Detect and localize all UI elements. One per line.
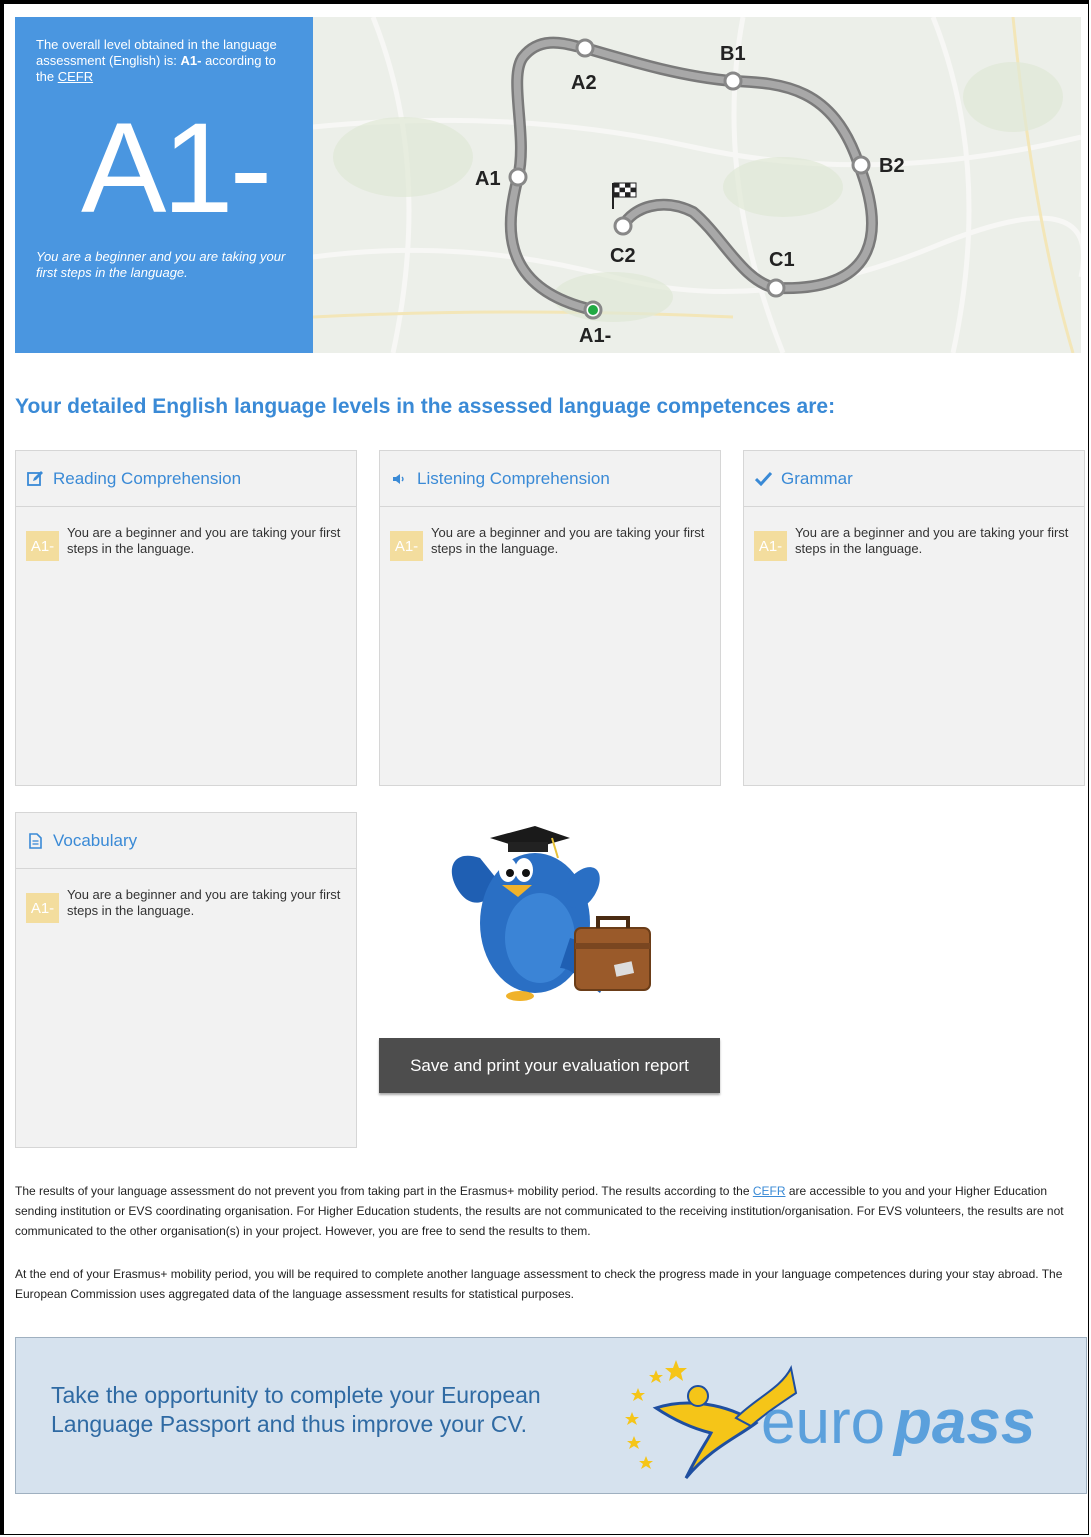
- route-label-a1: A1: [475, 168, 501, 190]
- milestone-a2: [575, 38, 595, 58]
- card-description: You are a beginner and you are taking yo…: [431, 525, 705, 556]
- route-label-c2: C2: [610, 245, 636, 267]
- cefr-link[interactable]: CEFR: [58, 69, 93, 84]
- level-summary-hero: The overall level obtained in the langua…: [15, 17, 1081, 353]
- document-icon: [26, 832, 44, 849]
- card-title: Vocabulary: [53, 830, 138, 850]
- card-description: You are a beginner and you are taking yo…: [795, 525, 1069, 556]
- card-title: Reading Comprehension: [53, 468, 242, 488]
- route-label-b1: B1: [720, 43, 746, 65]
- route-label-c1: C1: [769, 249, 795, 271]
- card-title: Listening Comprehension: [417, 468, 610, 488]
- level-badge: A1-: [754, 531, 787, 561]
- card-header: Grammar: [744, 451, 1084, 507]
- save-print-report-button[interactable]: Save and print your evaluation report: [379, 1038, 720, 1093]
- competence-card-vocabulary: Vocabulary A1- You are a beginner and yo…: [15, 812, 357, 1148]
- route-label-a1-minus: A1-: [579, 325, 611, 347]
- card-title: Grammar: [781, 468, 853, 488]
- route-map-graphic: A2 B1 A1 B2 C2 C1 A1-: [313, 17, 1081, 353]
- europass-logo[interactable]: euro pass: [616, 1348, 1066, 1488]
- overall-level-display: A1-: [81, 97, 272, 240]
- milestone-b2: [851, 155, 871, 175]
- check-icon: [754, 471, 772, 486]
- summary-panel: The overall level obtained in the langua…: [15, 17, 313, 353]
- europass-banner[interactable]: Take the opportunity to complete your Eu…: [15, 1337, 1087, 1494]
- intro-level: A1-: [180, 53, 202, 68]
- level-badge: A1-: [26, 531, 59, 561]
- results-info-paragraph: The results of your language assessment …: [15, 1181, 1081, 1241]
- milestone-c2: [613, 216, 633, 236]
- card-header: Listening Comprehension: [380, 451, 720, 507]
- competence-card-listening: Listening Comprehension A1- You are a be…: [379, 450, 721, 786]
- competence-card-grammar: Grammar A1- You are a beginner and you a…: [743, 450, 1085, 786]
- card-header: Vocabulary: [16, 813, 356, 869]
- milestone-a1: [508, 167, 528, 187]
- paragraph-text: The results of your language assessment …: [15, 1184, 753, 1198]
- current-level-dot: [588, 305, 598, 315]
- europass-promo-text: Take the opportunity to complete your Eu…: [51, 1382, 541, 1437]
- level-description: You are a beginner and you are taking yo…: [36, 249, 286, 280]
- logo-text-euro: euro: [761, 1388, 885, 1457]
- milestone-b1: [723, 71, 743, 91]
- level-badge: A1-: [390, 531, 423, 561]
- end-of-mobility-paragraph: At the end of your Erasmus+ mobility per…: [15, 1267, 1063, 1301]
- speaker-icon: [390, 472, 408, 486]
- level-badge: A1-: [26, 893, 59, 923]
- competence-card-reading: Reading Comprehension A1- You are a begi…: [15, 450, 357, 786]
- summary-intro: The overall level obtained in the langua…: [36, 37, 296, 85]
- progress-route-map: A2 B1 A1 B2 C2 C1 A1-: [313, 17, 1081, 353]
- logo-text-pass: pass: [892, 1388, 1035, 1457]
- card-header: Reading Comprehension: [16, 451, 356, 507]
- route-label-a2: A2: [571, 72, 597, 94]
- competences-heading: Your detailed English language levels in…: [15, 395, 836, 418]
- cefr-link-inline[interactable]: CEFR: [753, 1184, 786, 1198]
- graduate-bird-mascot: [440, 818, 660, 1008]
- card-description: You are a beginner and you are taking yo…: [67, 525, 341, 556]
- card-description: You are a beginner and you are taking yo…: [67, 887, 341, 918]
- route-label-b2: B2: [879, 155, 905, 177]
- edit-icon: [26, 470, 44, 487]
- milestone-c1: [766, 278, 786, 298]
